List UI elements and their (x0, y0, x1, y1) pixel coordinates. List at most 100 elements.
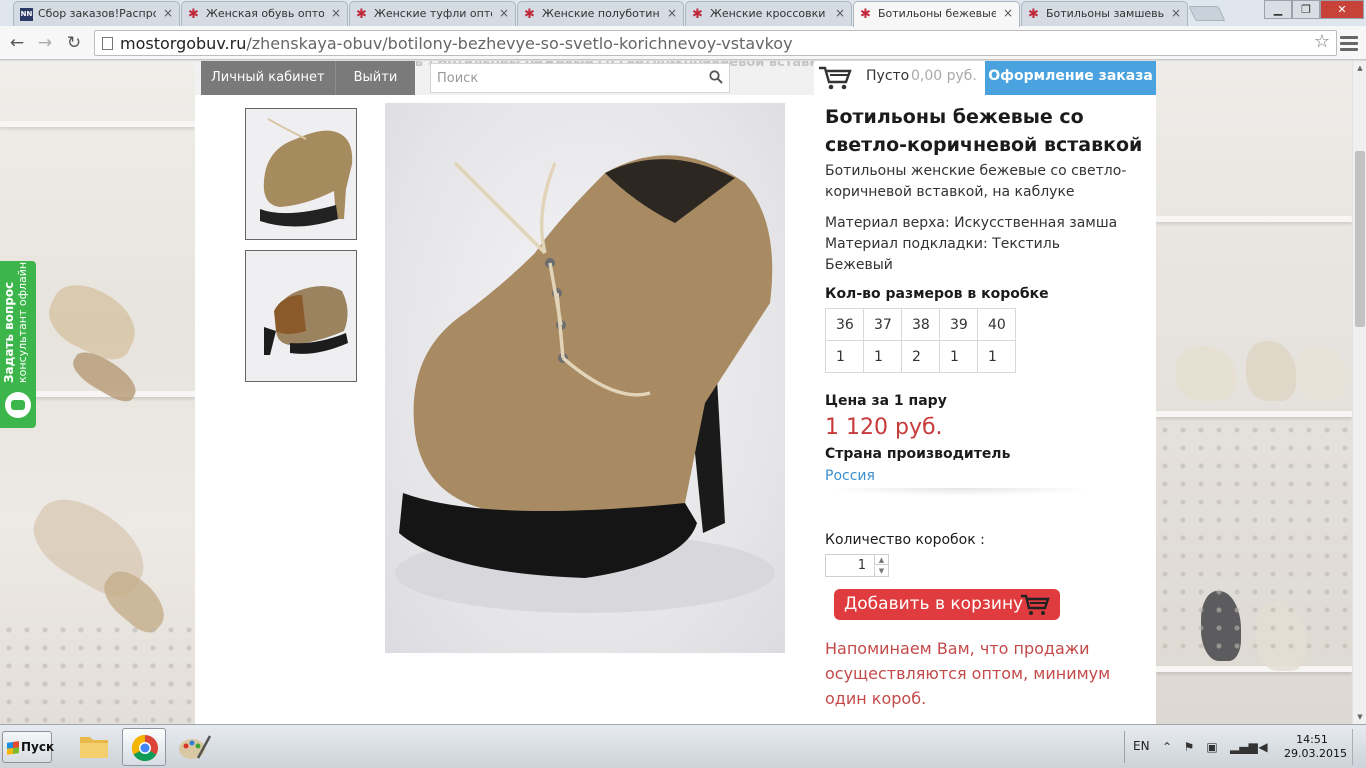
page-content: Главная › Женская обувь › Ботильоны беже… (195, 61, 1156, 724)
product-thumbnail[interactable] (245, 108, 357, 240)
taskbar-chrome[interactable] (122, 728, 166, 766)
wholesale-notice: Напоминаем Вам, что продажи осуществляют… (825, 639, 1111, 708)
account-nav: Личный кабинет Выйти (201, 61, 416, 95)
price-label: Цена за 1 пару (825, 393, 947, 409)
mini-cart[interactable]: Пусто 0,00 руб. (814, 61, 985, 95)
star-icon: ✱ (524, 7, 535, 22)
checkout-button[interactable]: Оформление заказа (985, 61, 1156, 95)
chat-icon (5, 392, 31, 418)
tray-expand-icon[interactable]: ⌃ (1160, 740, 1174, 754)
start-button[interactable]: Пуск (2, 731, 54, 763)
cart-icon (1021, 594, 1050, 615)
sizes-table: 36 37 38 39 40 1 1 2 1 1 (825, 308, 1016, 373)
scroll-down-icon[interactable]: ▼ (1353, 710, 1366, 724)
browser-tab[interactable]: ✱ Женская обувь оптом × (181, 1, 348, 26)
tab-title: Сбор заказов!Распрод (38, 7, 156, 20)
search-placeholder: Поиск (437, 71, 479, 86)
taskbar-explorer[interactable] (72, 728, 116, 766)
product-main-image[interactable] (385, 103, 785, 653)
minimize-button[interactable]: ▁ (1264, 0, 1292, 19)
consultant-widget[interactable]: Задать вопрос консультант офлайн (0, 261, 36, 428)
browser-tab[interactable]: NN Сбор заказов!Распрод × (13, 1, 180, 26)
close-icon[interactable]: × (499, 6, 509, 20)
product-title: Ботильоны бежевые со светло-коричневой в… (825, 106, 1143, 156)
scroll-up-icon[interactable]: ▲ (1353, 61, 1366, 75)
taskbar-paint[interactable] (172, 728, 216, 766)
cart-icon (819, 66, 852, 90)
browser-menu-icon[interactable] (1340, 33, 1358, 53)
close-icon[interactable]: × (667, 6, 677, 20)
count-cell: 1 (977, 340, 1016, 373)
url-host: mostorgobuv.ru (120, 34, 247, 53)
device-icon[interactable]: ▣ (1205, 740, 1219, 754)
size-cell: 38 (901, 308, 940, 341)
tab-title: Женские полуботинки (542, 7, 660, 20)
close-icon[interactable]: × (1003, 6, 1013, 20)
clock-time: 14:51 (1296, 733, 1328, 746)
folder-icon (80, 737, 108, 758)
cart-status: Пусто (866, 68, 910, 84)
table-row: 36 37 38 39 40 (825, 308, 1016, 341)
product-price: 1 120 руб. (825, 415, 943, 440)
browser-toolbar: ← → ↻ mostorgobuv.ru/zhenskaya-obuv/boti… (0, 26, 1366, 60)
stepper-down-icon[interactable]: ▼ (874, 566, 888, 576)
forward-icon[interactable]: → (34, 32, 56, 54)
chrome-icon (131, 734, 158, 762)
divider (825, 488, 1095, 496)
star-icon: ✱ (356, 7, 367, 22)
paint-icon (179, 735, 212, 759)
system-clock[interactable]: 14:51 29.03.2015 (1284, 733, 1347, 761)
star-icon: ✱ (1028, 7, 1039, 22)
shoe-thumbnail-image (246, 251, 356, 381)
shoe-image (395, 155, 775, 613)
page-viewport: Главная › Женская обувь › Ботильоны беже… (0, 61, 1352, 724)
language-indicator[interactable]: EN (1133, 739, 1150, 753)
logout-link[interactable]: Выйти (336, 61, 416, 95)
bookmark-star-icon[interactable]: ☆ (1314, 31, 1330, 52)
search-input[interactable]: Поиск (430, 63, 730, 93)
size-cell: 37 (863, 308, 902, 341)
browser-tab[interactable]: ✱ Ботильоны замшевые × (1021, 1, 1188, 26)
size-cell: 39 (939, 308, 978, 341)
clock-date: 29.03.2015 (1284, 747, 1347, 760)
close-icon[interactable]: × (163, 6, 173, 20)
close-window-button[interactable]: ✕ (1320, 0, 1364, 19)
close-icon[interactable]: × (1171, 6, 1181, 20)
account-link[interactable]: Личный кабинет (201, 61, 336, 95)
scrollbar-thumb[interactable] (1355, 151, 1365, 327)
browser-tab[interactable]: ✱ Женские кроссовки оп × (685, 1, 852, 26)
quantity-stepper[interactable]: 1 ▲ ▼ (825, 554, 889, 577)
tab-title: Женская обувь оптом (206, 7, 324, 20)
size-cell: 36 (825, 308, 864, 341)
product-info: Ботильоны бежевые со светло-коричневой в… (825, 103, 1145, 711)
back-icon[interactable]: ← (6, 32, 28, 54)
new-tab-button[interactable] (1188, 6, 1226, 21)
search-icon[interactable] (709, 70, 723, 84)
close-icon[interactable]: × (331, 6, 341, 20)
close-icon[interactable]: × (835, 6, 845, 20)
address-bar[interactable]: mostorgobuv.ru/zhenskaya-obuv/botilony-b… (94, 30, 1337, 56)
browser-tab[interactable]: ✱ Женские туфли оптом × (349, 1, 516, 26)
product-thumbnail[interactable] (245, 250, 357, 382)
flag-icon[interactable]: ⚑ (1182, 740, 1196, 754)
site-header: Главная › Женская обувь › Ботильоны беже… (195, 61, 1156, 95)
show-desktop-button[interactable] (1352, 729, 1364, 765)
country-link[interactable]: Россия (825, 468, 1145, 484)
windows-logo-icon (7, 741, 19, 755)
network-signal-icon[interactable]: ▂▄▆ (1230, 740, 1258, 754)
tab-title: Ботильоны бежевые с (878, 7, 996, 20)
tab-title: Женские кроссовки оп (710, 7, 828, 20)
volume-icon[interactable]: ◀ (1256, 740, 1270, 754)
browser-tab[interactable]: ✱ Женские полуботинки × (517, 1, 684, 26)
page-scrollbar[interactable]: ▲ ▼ (1352, 61, 1366, 724)
count-cell: 2 (901, 340, 940, 373)
consultant-label: Задать вопрос консультант офлайн (2, 261, 29, 383)
reload-icon[interactable]: ↻ (63, 32, 85, 54)
add-to-cart-button[interactable]: Добавить в корзину (834, 589, 1060, 620)
consultant-status: консультант офлайн (16, 261, 29, 383)
browser-tab-active[interactable]: ✱ Ботильоны бежевые с × (853, 1, 1020, 27)
spec-lining-material: Материал подкладки: Текстиль (825, 236, 1060, 252)
maximize-button[interactable]: ❐ (1292, 0, 1320, 19)
cart-sum: 0,00 руб. (911, 68, 977, 84)
stepper-up-icon[interactable]: ▲ (874, 555, 888, 565)
